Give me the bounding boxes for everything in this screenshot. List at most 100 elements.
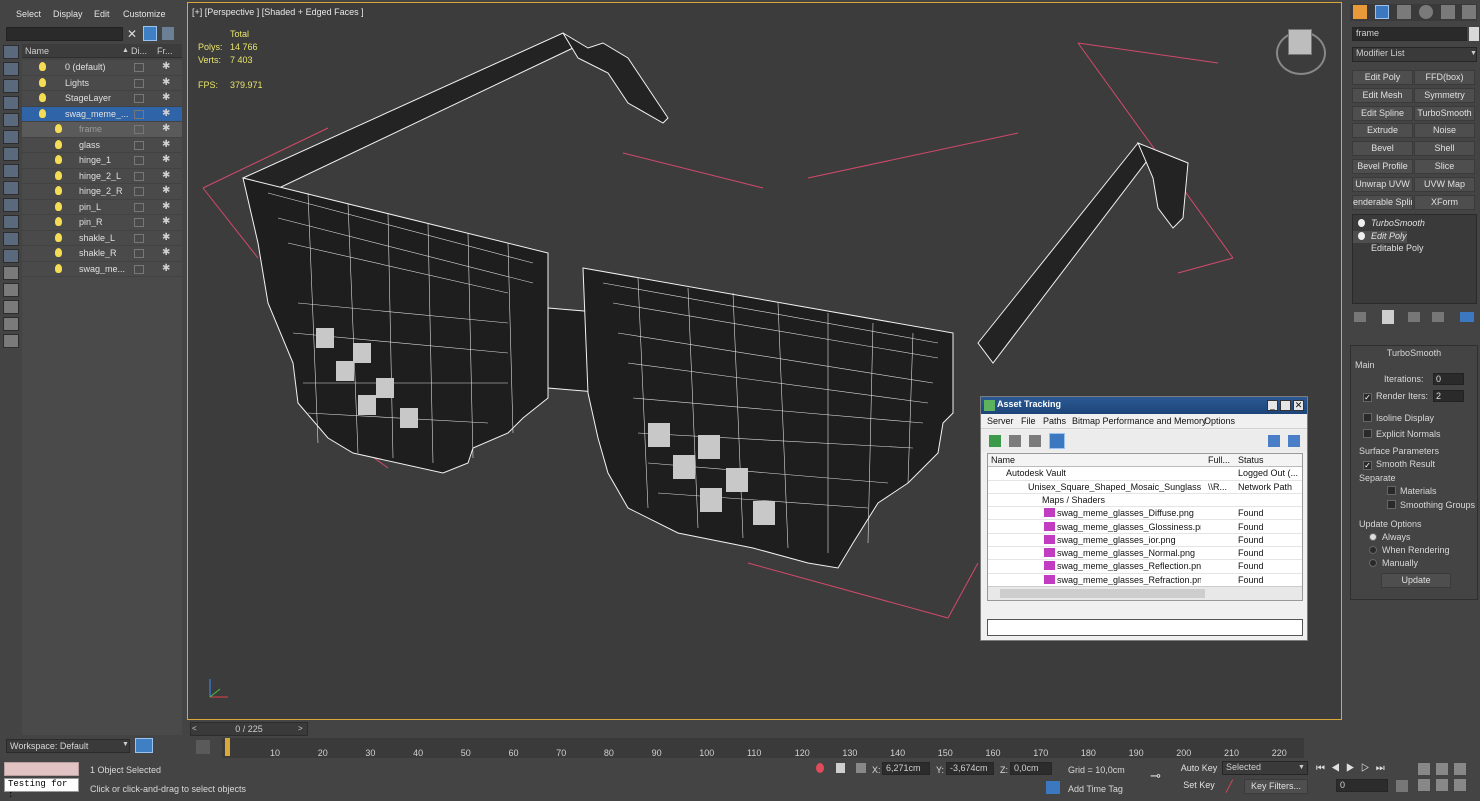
x-coordinate[interactable]: 6,271cm xyxy=(882,762,930,775)
iterations-spinner[interactable]: 0 xyxy=(1433,373,1464,385)
render-iters-checkbox[interactable]: ✓ Render Iters: xyxy=(1363,391,1428,402)
menu-options[interactable]: Options xyxy=(1204,416,1235,426)
modifier-button[interactable]: Edit Spline xyxy=(1352,105,1413,121)
close-icon[interactable]: ✕ xyxy=(1293,400,1304,411)
viewcube-icon[interactable] xyxy=(1288,29,1312,55)
funnel-icon[interactable] xyxy=(3,317,19,331)
slider-next-icon[interactable]: > xyxy=(298,724,303,733)
hierarchy-tab-icon[interactable] xyxy=(1397,5,1411,19)
explorer-item[interactable]: swag_meme_... ✱ xyxy=(22,106,182,122)
make-unique-icon[interactable] xyxy=(1408,312,1420,322)
lightbulb-icon[interactable] xyxy=(55,217,62,226)
light-filter-icon[interactable] xyxy=(3,96,19,110)
modifier-button[interactable]: XForm xyxy=(1414,194,1475,210)
explorer-item[interactable]: 0 (default) ✱ xyxy=(22,60,182,76)
current-frame-field[interactable]: 0 xyxy=(1336,779,1388,792)
absolute-mode-icon[interactable] xyxy=(856,763,866,773)
lock-icon[interactable] xyxy=(836,763,845,773)
group-filter-icon[interactable] xyxy=(3,164,19,178)
asset-row[interactable]: Autodesk Vault Logged Out (... xyxy=(988,467,1302,481)
menu-bitmap-performance[interactable]: Bitmap Performance and Memory xyxy=(1072,416,1207,426)
modifier-button[interactable]: Bevel xyxy=(1352,141,1413,157)
hierarchy-icon[interactable] xyxy=(3,334,19,348)
display-toggle-icon[interactable] xyxy=(134,187,144,196)
lightbulb-icon[interactable] xyxy=(55,155,62,164)
header-status[interactable]: Status xyxy=(1238,455,1264,465)
explorer-item[interactable]: hinge_2_R ✱ xyxy=(22,184,182,200)
stack-editable-poly[interactable]: Editable Poly xyxy=(1353,243,1424,255)
modifier-list-dropdown[interactable]: Modifier List xyxy=(1352,47,1477,62)
fov-icon[interactable] xyxy=(1418,779,1430,791)
pin-stack-icon[interactable] xyxy=(1354,312,1366,322)
freeze-toggle-icon[interactable]: ✱ xyxy=(162,155,172,165)
menu-file[interactable]: File xyxy=(1021,416,1036,426)
remove-modifier-icon[interactable] xyxy=(1432,312,1444,322)
column-freeze[interactable]: Fr... xyxy=(157,46,173,56)
list-view-icon[interactable] xyxy=(1009,435,1021,447)
smooth-result-checkbox[interactable]: ✓ Smooth Result xyxy=(1363,459,1435,470)
geometry-filter-icon[interactable] xyxy=(3,62,19,76)
asset-row[interactable]: swag_meme_glasses_Refraction.png Found xyxy=(988,574,1302,587)
asset-row[interactable]: swag_meme_glasses_Reflection.png Found xyxy=(988,560,1302,574)
workspace-dropdown[interactable]: Workspace: Default xyxy=(6,739,130,753)
lightbulb-icon[interactable] xyxy=(55,232,62,242)
horizontal-scrollbar[interactable] xyxy=(988,586,1302,600)
table-view-icon[interactable] xyxy=(1049,433,1065,449)
xref-filter-icon[interactable] xyxy=(3,181,19,195)
lightbulb-icon[interactable] xyxy=(1358,219,1365,227)
time-marker[interactable] xyxy=(225,738,230,756)
modifier-button[interactable]: enderable Splin xyxy=(1352,194,1413,210)
z-coordinate[interactable]: 0,0cm xyxy=(1010,762,1052,775)
freeze-toggle-icon[interactable]: ✱ xyxy=(162,108,172,119)
display-toggle-icon[interactable] xyxy=(134,264,144,274)
utilities-tab-icon[interactable] xyxy=(1462,5,1476,19)
modifier-button[interactable]: Slice xyxy=(1414,159,1475,174)
modifier-button[interactable]: Noise xyxy=(1414,123,1475,139)
modifier-button[interactable]: Edit Mesh xyxy=(1352,87,1413,103)
container-filter-icon[interactable] xyxy=(3,215,19,229)
hidden-filter-icon[interactable] xyxy=(3,249,19,263)
smoothing-groups-checkbox[interactable]: Smoothing Groups xyxy=(1387,500,1475,510)
explorer-item[interactable]: glass ✱ xyxy=(22,138,182,153)
all-filter-icon[interactable] xyxy=(3,266,19,280)
display-toggle-icon[interactable] xyxy=(134,156,144,165)
layers-icon[interactable] xyxy=(162,27,174,40)
explorer-item[interactable]: pin_L ✱ xyxy=(22,200,182,215)
configure-sets-icon[interactable] xyxy=(1460,312,1474,322)
rollout-title[interactable]: TurboSmooth xyxy=(1351,348,1477,358)
timeline-track[interactable]: 10 20 30 40 50 60 70 80 90 100 110 120 130 140 150 160 1… xyxy=(222,738,1304,758)
asset-row[interactable]: swag_meme_glasses_Normal.png Found xyxy=(988,547,1302,561)
lightbulb-icon[interactable] xyxy=(39,62,46,71)
display-toggle-icon[interactable] xyxy=(134,78,144,88)
radio-when-rendering[interactable]: When Rendering xyxy=(1369,545,1450,555)
path-field[interactable] xyxy=(987,619,1303,636)
display-all-icon[interactable] xyxy=(3,45,19,59)
maximize-icon[interactable] xyxy=(1280,400,1291,411)
zoom-all-icon[interactable] xyxy=(1436,763,1448,775)
explorer-item[interactable]: shakle_R ✱ xyxy=(22,246,182,262)
display-toggle-icon[interactable] xyxy=(134,249,144,258)
modifier-button[interactable]: TurboSmooth xyxy=(1414,105,1475,121)
explicit-normals-checkbox[interactable]: Explicit Normals xyxy=(1363,429,1441,439)
header-full[interactable]: Full... xyxy=(1208,455,1230,465)
menu-select[interactable]: Select xyxy=(16,9,41,19)
bone-filter-icon[interactable] xyxy=(3,198,19,212)
freeze-toggle-icon[interactable]: ✱ xyxy=(162,263,172,274)
lightbulb-icon[interactable] xyxy=(1358,232,1365,240)
display-toggle-icon[interactable] xyxy=(134,140,144,150)
filter-icon[interactable] xyxy=(143,26,157,41)
lightbulb-icon[interactable] xyxy=(55,124,62,133)
pan-icon[interactable] xyxy=(1436,779,1448,791)
radio-manually[interactable]: Manually xyxy=(1369,558,1418,568)
refresh-icon[interactable] xyxy=(989,435,1001,447)
modifier-button[interactable]: Symmetry xyxy=(1414,87,1475,103)
show-end-result-icon[interactable] xyxy=(1382,310,1394,324)
layer-manager-icon[interactable] xyxy=(135,738,153,753)
display-tab-icon[interactable] xyxy=(1441,5,1455,19)
asset-row[interactable]: swag_meme_glasses_Glossiness.png Found xyxy=(988,521,1302,534)
y-coordinate[interactable]: -3,674cm xyxy=(946,762,994,775)
asset-row[interactable]: swag_meme_glasses_Diffuse.png Found xyxy=(988,507,1302,521)
time-config-icon[interactable] xyxy=(1396,780,1408,792)
modifier-button[interactable]: Shell xyxy=(1414,141,1475,157)
time-tag-icon[interactable] xyxy=(1046,781,1060,794)
